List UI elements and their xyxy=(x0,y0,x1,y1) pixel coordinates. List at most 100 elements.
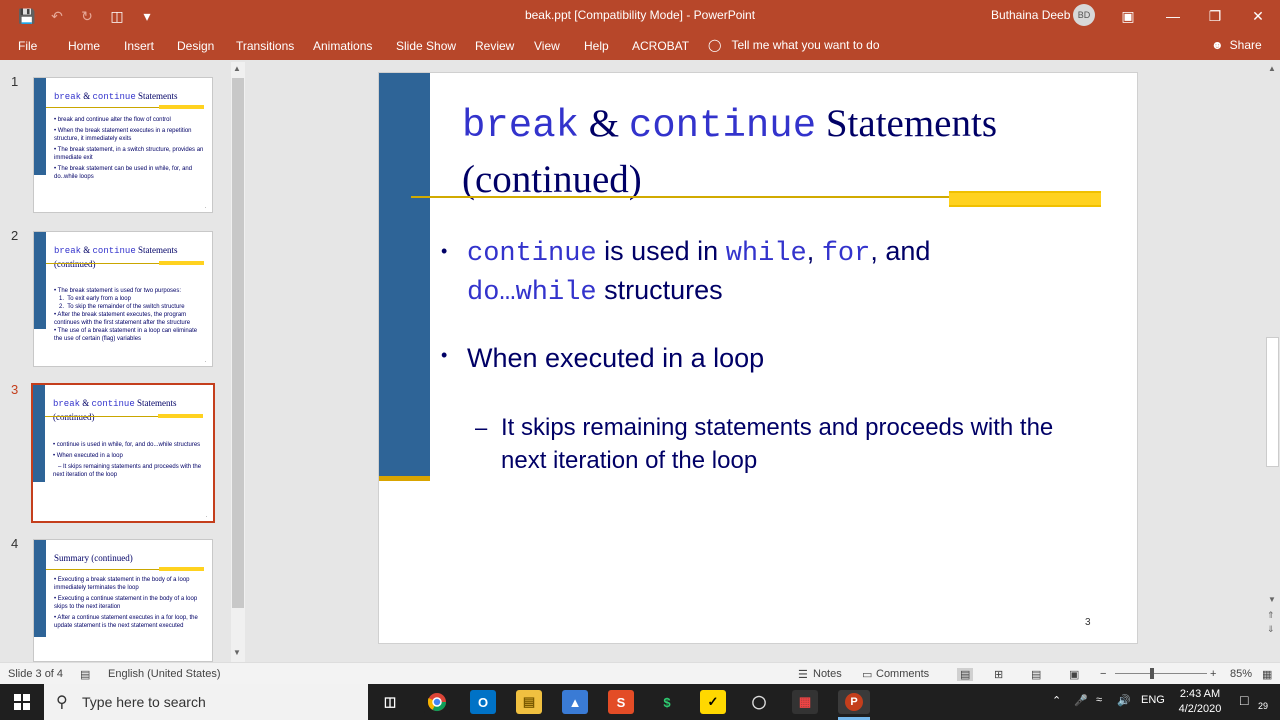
tab-insert[interactable]: Insert xyxy=(124,39,154,53)
slide-thumbnail-panel: 1 break & continue Statements • break an… xyxy=(0,60,248,662)
tab-animations[interactable]: Animations xyxy=(313,39,372,53)
slide-thumbnail-4[interactable]: Summary (continued) • Executing a break … xyxy=(33,539,213,662)
editor-scrollbar[interactable]: ▲ ▼ ⇑ ⇓ xyxy=(1265,62,1280,637)
scroll-up-icon[interactable]: ▲ xyxy=(1268,64,1276,73)
tab-design[interactable]: Design xyxy=(177,39,214,53)
wifi-icon[interactable]: ≈ xyxy=(1096,694,1102,706)
notes-button[interactable]: Notes xyxy=(813,668,842,680)
thumb-gold-bar xyxy=(158,414,203,418)
fit-slide-icon[interactable]: ▦ xyxy=(1262,668,1272,681)
zoom-level[interactable]: 85% xyxy=(1230,668,1252,680)
clock-time: 2:43 AM xyxy=(1179,688,1221,700)
user-name[interactable]: Buthaina Deeb xyxy=(991,8,1070,22)
scroll-down-icon[interactable]: ▼ xyxy=(1268,595,1276,604)
normal-view-icon[interactable]: ▤ xyxy=(957,668,974,681)
microphone-icon[interactable]: 🎤 xyxy=(1074,694,1088,707)
powerpoint-taskbar-icon[interactable]: P xyxy=(838,690,870,714)
search-placeholder: Type here to search xyxy=(82,694,206,710)
share-button[interactable]: ☻ Share xyxy=(1211,38,1262,52)
windows-start-icon[interactable] xyxy=(0,684,44,720)
slide-page-number: 3 xyxy=(1085,617,1091,628)
ribbon-display-options-icon[interactable]: ▣ xyxy=(1105,0,1151,32)
thumb-side-bar xyxy=(33,385,45,482)
volume-icon[interactable]: 🔊 xyxy=(1117,694,1131,707)
photos-icon[interactable]: ▲ xyxy=(562,690,588,714)
money-icon[interactable]: $ xyxy=(654,690,680,714)
chrome-icon[interactable] xyxy=(424,690,450,714)
previous-slide-icon[interactable]: ⇑ xyxy=(1267,610,1275,621)
zoom-out-icon[interactable]: − xyxy=(1100,668,1106,680)
app-icon[interactable]: ▦ xyxy=(792,690,818,714)
outlook-icon[interactable]: O xyxy=(470,690,496,714)
file-explorer-icon[interactable]: ▤ xyxy=(516,690,542,714)
slide-thumbnail-3[interactable]: break & continue Statements (continued) •… xyxy=(31,383,215,523)
windows-taskbar: ⚲ Type here to search ◫ O ▤ ▲ S $ ✓ ◯ ▦ … xyxy=(0,684,1280,720)
thumb-title: break & continue Statements (continued) xyxy=(54,245,178,269)
slide-number: 3 xyxy=(11,382,19,397)
tab-review[interactable]: Review xyxy=(475,39,514,53)
slide-canvas[interactable]: break & continue Statements (continued) •… xyxy=(378,72,1138,644)
zoom-slider[interactable] xyxy=(1115,673,1207,674)
thumb-body: • Executing a break statement in the bod… xyxy=(54,577,198,629)
tray-chevron-icon[interactable]: ⌃ xyxy=(1052,694,1061,707)
scroll-down-icon[interactable]: ▼ xyxy=(233,648,241,657)
minimize-icon[interactable]: — xyxy=(1150,0,1196,32)
thumb-title: break & continue Statements xyxy=(54,91,178,102)
spelling-icon[interactable]: ▤ xyxy=(80,668,90,681)
tab-slide-show[interactable]: Slide Show xyxy=(396,39,456,53)
tab-file[interactable]: File xyxy=(18,39,37,53)
clock-date: 4/2/2020 xyxy=(1178,703,1222,715)
task-view-icon[interactable]: ◫ xyxy=(377,690,403,714)
scroll-thumb[interactable] xyxy=(232,78,244,608)
title-gold-bar xyxy=(949,191,1101,207)
avatar[interactable]: BD xyxy=(1073,4,1095,26)
slide-show-icon[interactable]: ▣ xyxy=(1069,668,1079,681)
tab-transitions[interactable]: Transitions xyxy=(236,39,294,53)
scroll-up-icon[interactable]: ▲ xyxy=(233,64,241,73)
notification-count: 29 xyxy=(1258,701,1269,711)
tab-view[interactable]: View xyxy=(534,39,560,53)
comments-icon[interactable]: ▭ xyxy=(862,668,872,681)
language-status[interactable]: English (United States) xyxy=(108,668,221,680)
thumb-gold-bar xyxy=(159,567,204,571)
zoom-in-icon[interactable]: + xyxy=(1210,668,1216,680)
title-bar: 💾 ↶ ↻ ◫ ▾ beak.ppt [Compatibility Mode] … xyxy=(0,0,1280,32)
thumbnail-scrollbar[interactable]: ▲ ▼ xyxy=(231,62,245,662)
thumb-gold-bar xyxy=(159,261,204,265)
bullet-continue[interactable]: • continue is used in while, for, and do… xyxy=(441,233,1027,311)
comments-button[interactable]: Comments xyxy=(876,668,929,680)
thumb-body: • continue is used in while, for, and do… xyxy=(53,442,203,478)
restore-icon[interactable]: ❐ xyxy=(1192,0,1238,32)
slide-thumbnail-1[interactable]: break & continue Statements • break and … xyxy=(33,77,213,213)
sticky-notes-icon[interactable]: ✓ xyxy=(700,690,726,714)
tab-help[interactable]: Help xyxy=(584,39,609,53)
tab-home[interactable]: Home xyxy=(68,39,100,53)
action-center-icon[interactable]: □ xyxy=(1240,692,1248,708)
obs-icon[interactable]: ◯ xyxy=(746,690,772,714)
next-slide-icon[interactable]: ⇓ xyxy=(1267,624,1275,635)
input-language[interactable]: ENG xyxy=(1141,694,1165,706)
slide-sorter-icon[interactable]: ⊞ xyxy=(994,668,1003,681)
zoom-slider-thumb[interactable] xyxy=(1150,668,1154,679)
system-clock[interactable]: 2:43 AM 4/2/2020 xyxy=(1178,687,1222,717)
sub-bullet-skips[interactable]: – It skips remaining statements and proc… xyxy=(475,411,1061,477)
tab-acrobat[interactable]: ACROBAT xyxy=(632,39,689,53)
reading-view-icon[interactable]: ▤ xyxy=(1031,668,1041,681)
slide-counter: Slide 3 of 4 xyxy=(8,668,64,680)
tell-me-box[interactable]: ◯ Tell me what you want to do xyxy=(708,38,880,52)
notes-icon[interactable]: ☰ xyxy=(798,668,808,681)
thumb-dot: . xyxy=(204,358,206,364)
thumb-dot: . xyxy=(204,204,206,210)
taskbar-search-box[interactable]: ⚲ Type here to search xyxy=(44,684,368,720)
snagit-icon[interactable]: S xyxy=(608,690,634,714)
scroll-thumb[interactable] xyxy=(1266,337,1279,467)
lightbulb-icon: ◯ xyxy=(708,38,722,52)
slide-number: 4 xyxy=(11,536,19,551)
share-label: Share xyxy=(1229,38,1262,52)
thumb-title: break & continue Statements (continued) xyxy=(53,398,177,422)
thumb-gold-bar xyxy=(159,105,204,109)
thumb-title: Summary (continued) xyxy=(54,553,133,563)
slide-thumbnail-2[interactable]: break & continue Statements (continued) •… xyxy=(33,231,213,367)
close-icon[interactable]: ✕ xyxy=(1235,0,1280,32)
bullet-when-executed[interactable]: • When executed in a loop xyxy=(441,343,764,374)
